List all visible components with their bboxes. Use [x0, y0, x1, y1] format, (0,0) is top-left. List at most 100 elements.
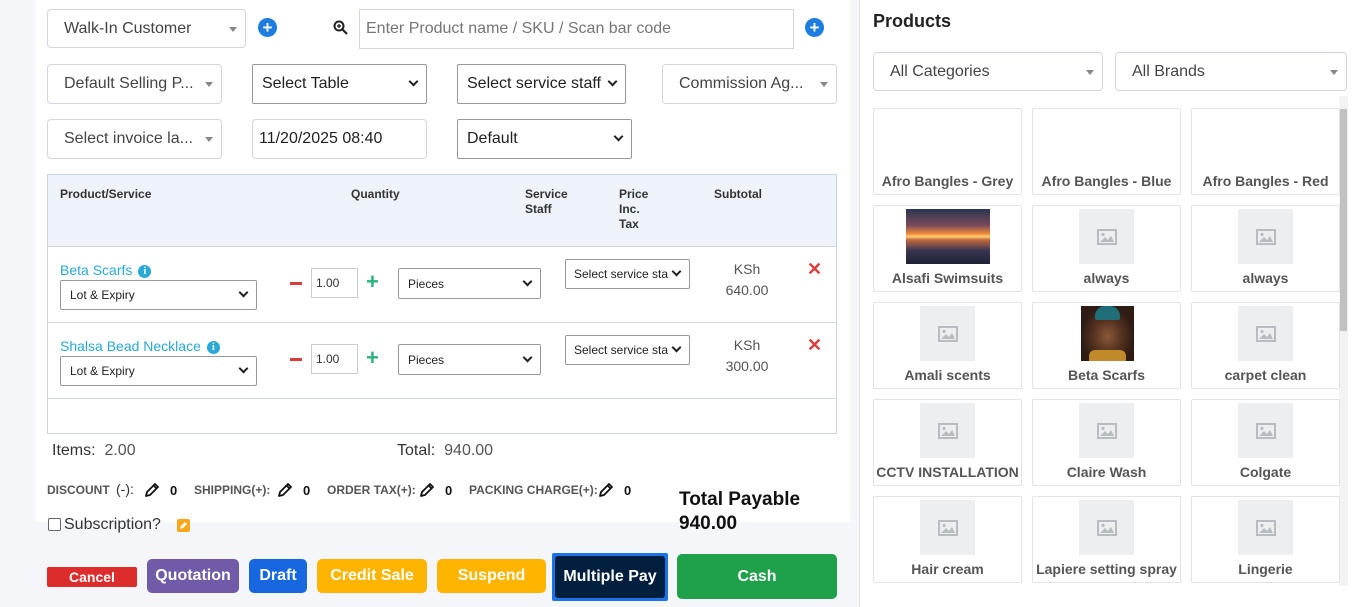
product-tile[interactable]: Lapiere setting spray — [1032, 496, 1181, 583]
chevron-down-icon — [820, 82, 828, 87]
table-header: Product/Service Quantity Service Staff P… — [48, 175, 836, 247]
invoice-layout-select[interactable]: Select invoice la... — [47, 119, 222, 159]
lot-expiry-value: Lot & Expiry — [70, 364, 135, 378]
product-tile[interactable]: Afro Bangles - Red — [1191, 108, 1340, 195]
chevron-down-icon — [607, 76, 618, 87]
total-label: Total: — [397, 442, 436, 459]
discount-sign: (-): — [116, 481, 134, 497]
table-row: Beta Scarfs i Lot & Expiry 1.00 + Pieces … — [48, 247, 836, 323]
product-tile[interactable]: carpet clean — [1191, 302, 1340, 389]
scrollbar-thumb[interactable] — [1340, 109, 1347, 331]
invoice-scheme-value: Default — [467, 130, 518, 147]
product-tile[interactable]: CCTV INSTALLATION — [873, 399, 1022, 486]
product-tile[interactable]: Claire Wash — [1032, 399, 1181, 486]
product-tile-name: always — [1242, 270, 1289, 286]
product-tile[interactable]: Afro Bangles - Blue — [1032, 108, 1181, 195]
chevron-down-icon — [671, 342, 682, 353]
product-tile[interactable]: Colgate — [1191, 399, 1340, 486]
suspend-button[interactable]: Suspend — [437, 559, 546, 593]
increase-quantity-button[interactable]: + — [366, 347, 379, 369]
product-tile[interactable]: Hair cream — [873, 496, 1022, 583]
chevron-down-icon — [205, 82, 213, 87]
shipping-value: 0 — [303, 483, 311, 498]
image-placeholder-icon — [1079, 500, 1134, 555]
row-service-staff-select[interactable]: Select service sta — [565, 259, 690, 289]
pos-product-table: Product/Service Quantity Service Staff P… — [47, 174, 837, 434]
product-tile-name: Beta Scarfs — [1067, 367, 1146, 383]
multiple-pay-button[interactable]: Multiple Pay — [552, 553, 668, 601]
header-service-staff: Service Staff — [525, 187, 568, 216]
product-tile[interactable]: Lingerie — [1191, 496, 1340, 583]
add-customer-button[interactable]: + — [258, 18, 277, 37]
product-tile[interactable]: always — [1032, 205, 1181, 292]
quantity-input[interactable]: 1.00 — [311, 268, 358, 298]
product-tile[interactable]: Beta Scarfs — [1032, 302, 1181, 389]
draft-button[interactable]: Draft — [249, 559, 307, 593]
pos-form-area: Walk-In Customer + + Default Selling P..… — [0, 0, 860, 607]
lot-expiry-select[interactable]: Lot & Expiry — [60, 356, 257, 386]
product-tile-name: Claire Wash — [1066, 464, 1147, 480]
table-value: Select Table — [262, 75, 349, 92]
increase-quantity-button[interactable]: + — [366, 271, 379, 293]
row-service-staff-select[interactable]: Select service sta — [565, 335, 690, 365]
total-payable-value: 940.00 — [679, 513, 738, 534]
invoice-scheme-select[interactable]: Default — [457, 119, 632, 159]
order-tax-label: ORDER TAX(+): — [327, 483, 416, 497]
discount-value: 0 — [170, 483, 178, 498]
header-price: Price Inc. Tax — [619, 187, 649, 231]
row-service-staff-value: Select service sta — [574, 267, 669, 281]
discount-label: DISCOUNT — [47, 483, 110, 497]
service-staff-value: Select service staff — [467, 75, 601, 92]
product-tile[interactable]: Alsafi Swimsuits — [873, 205, 1022, 292]
subscription-info-icon[interactable] — [177, 519, 190, 532]
product-tile[interactable]: Afro Bangles - Grey — [873, 108, 1022, 195]
chevron-down-icon — [238, 363, 249, 374]
product-tile-name: Lingerie — [1238, 561, 1293, 577]
edit-tax-icon[interactable] — [419, 482, 435, 498]
product-tile-name: always — [1083, 270, 1130, 286]
product-name-link[interactable]: Shalsa Bead Necklace i — [60, 338, 220, 354]
product-name-link[interactable]: Beta Scarfs i — [60, 262, 152, 278]
subscription-checkbox[interactable] — [48, 518, 61, 531]
quotation-button[interactable]: Quotation — [147, 559, 239, 593]
product-tile-name: Afro Bangles - Red — [1202, 173, 1329, 189]
quantity-value: 1.00 — [316, 276, 340, 290]
items-value: 2.00 — [104, 442, 136, 459]
table-select[interactable]: Select Table — [252, 64, 427, 104]
cancel-button[interactable]: Cancel — [47, 567, 137, 587]
add-product-button[interactable]: + — [805, 18, 824, 37]
remove-row-icon[interactable]: ✕ — [807, 335, 822, 356]
quantity-input[interactable]: 1.00 — [311, 344, 358, 374]
info-icon[interactable]: i — [138, 265, 152, 278]
lot-expiry-select[interactable]: Lot & Expiry — [60, 280, 257, 310]
service-staff-select[interactable]: Select service staff — [457, 64, 626, 104]
category-filter-select[interactable]: All Categories — [873, 52, 1103, 91]
commission-agent-select[interactable]: Commission Ag... — [662, 64, 837, 104]
product-tile-name: Colgate — [1239, 464, 1292, 480]
edit-packing-icon[interactable] — [598, 482, 614, 498]
decrease-quantity-button[interactable] — [290, 358, 302, 361]
unit-value: Pieces — [408, 276, 445, 291]
customer-select[interactable]: Walk-In Customer — [47, 9, 246, 48]
product-tile[interactable]: always — [1191, 205, 1340, 292]
remove-row-icon[interactable]: ✕ — [807, 259, 822, 280]
edit-discount-icon[interactable] — [144, 482, 160, 498]
info-icon[interactable]: i — [206, 341, 220, 354]
product-image — [906, 209, 990, 264]
image-placeholder-icon — [1238, 500, 1293, 555]
selling-price-value: Default Selling P... — [64, 75, 194, 92]
edit-shipping-icon[interactable] — [277, 482, 293, 498]
unit-select[interactable]: Pieces — [398, 268, 541, 299]
transaction-date-input[interactable]: 11/20/2025 08:40 — [252, 119, 427, 159]
decrease-quantity-button[interactable] — [290, 282, 302, 285]
credit-sale-button[interactable]: Credit Sale — [317, 559, 427, 593]
product-tile[interactable]: Amali scents — [873, 302, 1022, 389]
selling-price-group-select[interactable]: Default Selling P... — [47, 64, 222, 104]
cash-button[interactable]: Cash — [677, 554, 837, 599]
product-search-input[interactable] — [359, 9, 794, 49]
image-placeholder-icon — [1079, 209, 1134, 264]
unit-select[interactable]: Pieces — [398, 344, 541, 375]
product-tile-name: Afro Bangles - Blue — [1041, 173, 1172, 189]
brand-filter-select[interactable]: All Brands — [1115, 52, 1347, 91]
total-payable-label: Total Payable — [679, 489, 801, 510]
